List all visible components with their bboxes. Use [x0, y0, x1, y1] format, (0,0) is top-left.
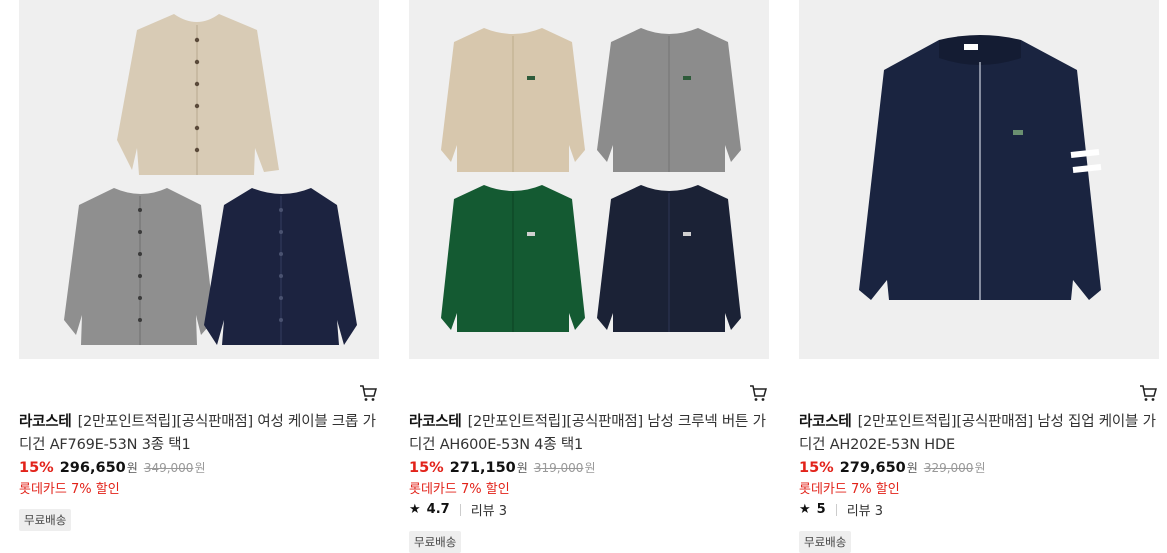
free-shipping-badge: 무료배송	[799, 531, 852, 553]
sale-price: 271,150	[449, 460, 516, 476]
review-count[interactable]: 리뷰 3	[471, 500, 507, 519]
original-currency: 원	[584, 461, 596, 475]
card-promo: 롯데카드 7% 할인	[799, 482, 900, 497]
product-name: [2만포인트적립][공식판매점] 남성 크루넥 버튼 가디건 AH600E-53…	[409, 414, 766, 453]
price-row: 15% 279,650원 329,000원	[799, 458, 985, 478]
original-price: 349,000	[143, 461, 194, 475]
discount-rate: 15%	[19, 460, 54, 476]
brand-name: 라코스테	[19, 414, 72, 430]
price-row: 15% 271,150원 319,000원	[409, 458, 595, 478]
cart-icon[interactable]	[1139, 384, 1157, 402]
product-card[interactable]: 라코스테 [2만포인트적립][공식판매점] 남성 크루넥 버튼 가디건 AH600…	[409, 0, 771, 553]
currency: 원	[906, 461, 918, 475]
review-count[interactable]: 리뷰 3	[847, 500, 883, 519]
discount-rate: 15%	[799, 460, 834, 476]
star-icon: ★	[799, 502, 811, 517]
divider	[835, 503, 837, 516]
rating-score: 5	[816, 502, 826, 517]
product-title[interactable]: 라코스테 [2만포인트적립][공식판매점] 여성 케이블 크롭 가디건 AF769…	[19, 411, 381, 457]
cart-icon[interactable]	[749, 384, 767, 402]
discount-rate: 15%	[409, 460, 444, 476]
currency: 원	[126, 461, 138, 475]
card-promo: 롯데카드 7% 할인	[409, 482, 510, 497]
cart-icon[interactable]	[359, 384, 377, 402]
star-icon: ★	[409, 502, 421, 517]
sale-price: 296,650	[59, 460, 126, 476]
product-image[interactable]	[19, 0, 379, 359]
rating-row: ★ 4.7 리뷰 3	[409, 500, 507, 519]
free-shipping-badge: 무료배송	[409, 531, 462, 553]
brand-name: 라코스테	[409, 414, 462, 430]
free-shipping-badge: 무료배송	[19, 509, 72, 531]
sale-price: 279,650	[839, 460, 906, 476]
original-currency: 원	[974, 461, 986, 475]
brand-name: 라코스테	[799, 414, 852, 430]
card-promo: 롯데카드 7% 할인	[19, 482, 120, 497]
product-name: [2만포인트적립][공식판매점] 여성 케이블 크롭 가디건 AF769E-53…	[19, 414, 376, 453]
price-row: 15% 296,650원 349,000원	[19, 458, 205, 478]
original-currency: 원	[194, 461, 206, 475]
product-image[interactable]	[409, 0, 769, 359]
divider	[459, 503, 461, 516]
currency: 원	[516, 461, 528, 475]
rating-score: 4.7	[426, 502, 450, 517]
rating-row: ★ 5 리뷰 3	[799, 500, 883, 519]
product-card[interactable]: 라코스테 [2만포인트적립][공식판매점] 남성 집업 케이블 가디건 AH202…	[799, 0, 1161, 553]
product-title[interactable]: 라코스테 [2만포인트적립][공식판매점] 남성 집업 케이블 가디건 AH202…	[799, 411, 1161, 457]
product-card[interactable]: 라코스테 [2만포인트적립][공식판매점] 여성 케이블 크롭 가디건 AF769…	[19, 0, 379, 552]
original-price: 329,000	[923, 461, 974, 475]
original-price: 319,000	[533, 461, 584, 475]
product-title[interactable]: 라코스테 [2만포인트적립][공식판매점] 남성 크루넥 버튼 가디건 AH600…	[409, 411, 771, 457]
product-image[interactable]	[799, 0, 1159, 359]
product-name: [2만포인트적립][공식판매점] 남성 집업 케이블 가디건 AH202E-53…	[799, 414, 1156, 453]
